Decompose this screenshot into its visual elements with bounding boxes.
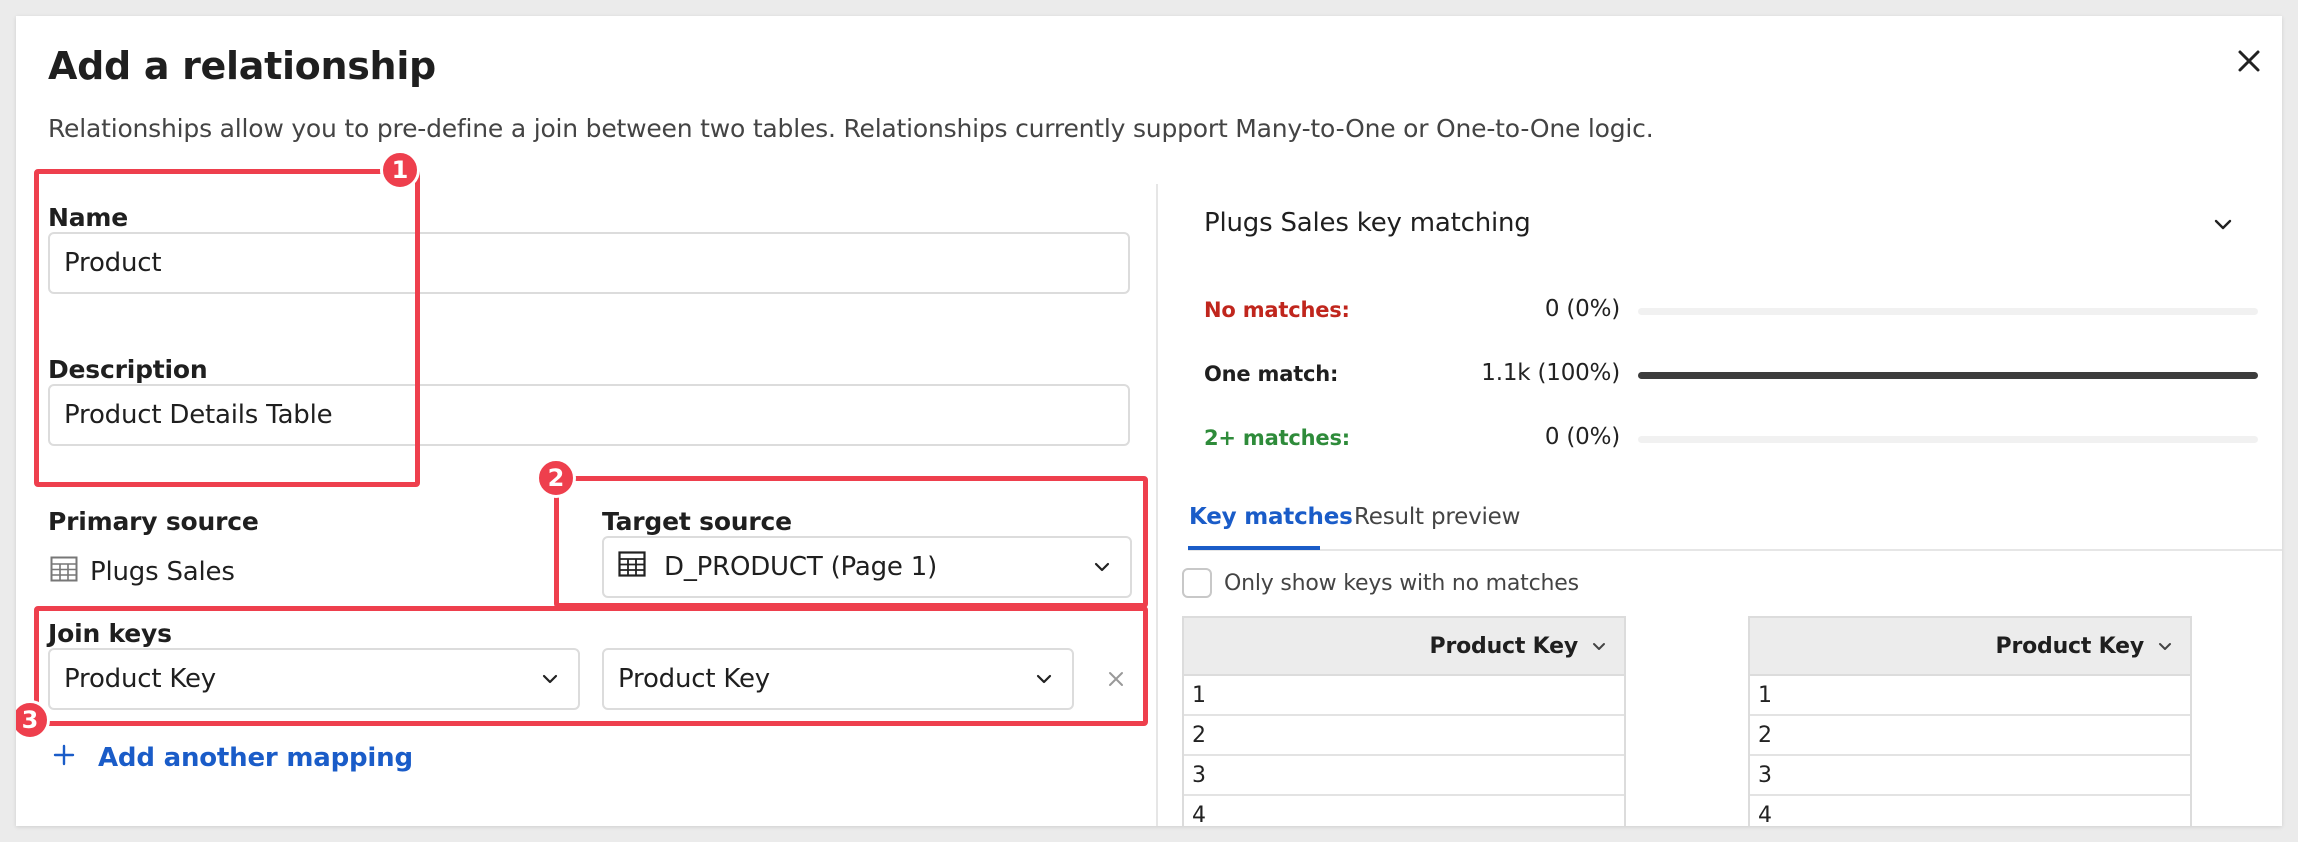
tabs-divider: [1188, 549, 2282, 551]
table-row: 3: [1184, 756, 1624, 796]
dialog-subtitle: Relationships allow you to pre-define a …: [48, 114, 1654, 143]
primary-source-value: Plugs Sales: [90, 557, 235, 587]
add-mapping-label: Add another mapping: [98, 743, 413, 773]
table-row: 4: [1750, 796, 2190, 827]
annotation-badge-2: 2: [536, 458, 576, 498]
chevron-down-icon: [1593, 642, 1605, 650]
left-column-header[interactable]: Product Key: [1184, 618, 1624, 676]
no-matches-filter: Only show keys with no matches: [1182, 568, 1579, 598]
metric-value: 0 (0%): [1544, 424, 1620, 450]
right-column-header[interactable]: Product Key: [1750, 618, 2190, 676]
no-matches-checkbox[interactable]: [1182, 568, 1212, 598]
add-mapping-button[interactable]: Add another mapping: [52, 738, 413, 778]
table-row: 1: [1184, 676, 1624, 716]
collapse-panel-button[interactable]: [2214, 216, 2232, 235]
checkbox-label: Only show keys with no matches: [1224, 570, 1579, 596]
tab-result-preview[interactable]: Result preview: [1354, 504, 1520, 530]
table-row: 1: [1750, 676, 2190, 716]
plus-icon: [52, 743, 76, 774]
metric-bar-fill: [1638, 372, 2258, 379]
primary-source: Plugs Sales: [50, 550, 235, 594]
column-header-label: Product Key: [1429, 633, 1579, 659]
table-icon: [50, 556, 78, 589]
primary-source-label: Primary source: [48, 507, 259, 536]
table-row: 2: [1184, 716, 1624, 756]
table-row: 3: [1750, 756, 2190, 796]
metric-label: 2+ matches:: [1204, 426, 1350, 450]
right-key-table: Product Key 1 2 3 4: [1748, 616, 2192, 826]
tab-key-matches[interactable]: Key matches: [1189, 504, 1353, 530]
panel-divider: [1156, 184, 1158, 826]
column-header-label: Product Key: [1995, 633, 2145, 659]
table-row: 2: [1750, 716, 2190, 756]
annotation-badge-1: 1: [380, 150, 420, 190]
chevron-down-icon: [2214, 219, 2232, 230]
metric-bar-track: [1638, 372, 2258, 379]
key-matching-title: Plugs Sales key matching: [1204, 208, 1531, 238]
active-tab-indicator: [1188, 546, 1320, 550]
annotation-box-1: [34, 169, 420, 487]
metric-value: 0 (0%): [1544, 296, 1620, 322]
close-icon[interactable]: [2232, 44, 2266, 78]
dialog-title: Add a relationship: [48, 44, 436, 88]
add-relationship-dialog: Add a relationship Relationships allow y…: [16, 16, 2282, 826]
metric-bar-track: [1638, 308, 2258, 315]
annotation-box-2: [554, 476, 1148, 608]
table-row: 4: [1184, 796, 1624, 827]
metric-bar-track: [1638, 436, 2258, 443]
metric-label: One match:: [1204, 362, 1339, 386]
annotation-badge-3: 3: [16, 700, 50, 740]
metric-label: No matches:: [1204, 298, 1350, 322]
left-key-table: Product Key 1 2 3 4: [1182, 616, 1626, 826]
chevron-down-icon: [2159, 642, 2171, 650]
metric-value: 1.1k (100%): [1481, 360, 1620, 386]
annotation-box-3: [34, 606, 1148, 726]
